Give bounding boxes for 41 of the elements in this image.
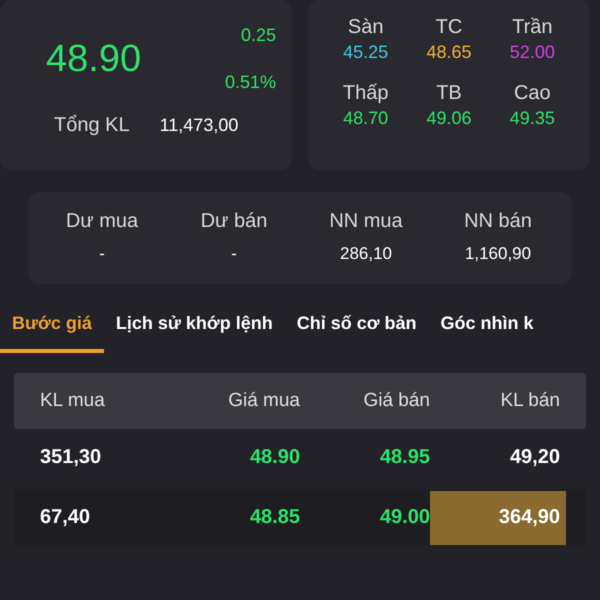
stat-value: - — [99, 243, 105, 265]
last-price: 48.90 — [46, 36, 142, 82]
column-header: KL mua — [40, 388, 106, 413]
stat-value: 1,160,90 — [464, 243, 532, 265]
volume-value: 11,473,00 — [160, 114, 238, 136]
price-value: 49.06 — [426, 107, 472, 130]
column-header: Giá bán — [362, 388, 430, 413]
table-cell-text: 364,90 — [498, 505, 560, 530]
price-label: Cao — [514, 81, 551, 106]
stat-label: Dư bán — [200, 209, 268, 234]
stat-value: - — [231, 243, 237, 265]
table-cell-text: 49.00 — [378, 505, 430, 530]
column-header: Giá mua — [227, 388, 300, 413]
price-value: 45.25 — [343, 41, 388, 64]
table-cell-text: 48.85 — [248, 505, 300, 530]
table-cell-text: 49,20 — [510, 445, 560, 470]
price-value: 49.35 — [510, 107, 555, 130]
price-label: TC — [436, 15, 462, 40]
tab[interactable]: Lịch sử khớp lệnh — [104, 308, 285, 353]
table-cell-text: 351,30 — [40, 445, 102, 470]
tab[interactable]: Chỉ số cơ bản — [284, 308, 429, 353]
stat-label: Dư mua — [66, 209, 138, 234]
table-cell-text: 67,40 — [40, 505, 92, 530]
price-label: Thấp — [342, 81, 388, 106]
price-label: TB — [436, 81, 462, 106]
price-label: Trần — [512, 15, 553, 40]
stat-label: NN bán — [464, 209, 532, 234]
price-value: 48.65 — [426, 41, 472, 64]
price-value: 48.70 — [343, 107, 388, 130]
table-cell-text: 48.90 — [248, 445, 300, 470]
volume-label: Tổng KL — [54, 113, 130, 138]
stat-label: NN mua — [329, 209, 403, 234]
price-change: 0.25 — [240, 24, 276, 47]
tab[interactable]: Góc nhìn k — [428, 308, 546, 353]
table-cell-text: 48.95 — [378, 445, 430, 470]
price-change-percent: 0.51% — [224, 71, 276, 94]
column-header: KL bán — [499, 388, 560, 413]
tab[interactable]: Bước giá — [0, 308, 104, 353]
stat-value: 286,10 — [340, 243, 392, 265]
price-label: Sàn — [348, 15, 384, 40]
price-value: 52.00 — [510, 41, 555, 64]
